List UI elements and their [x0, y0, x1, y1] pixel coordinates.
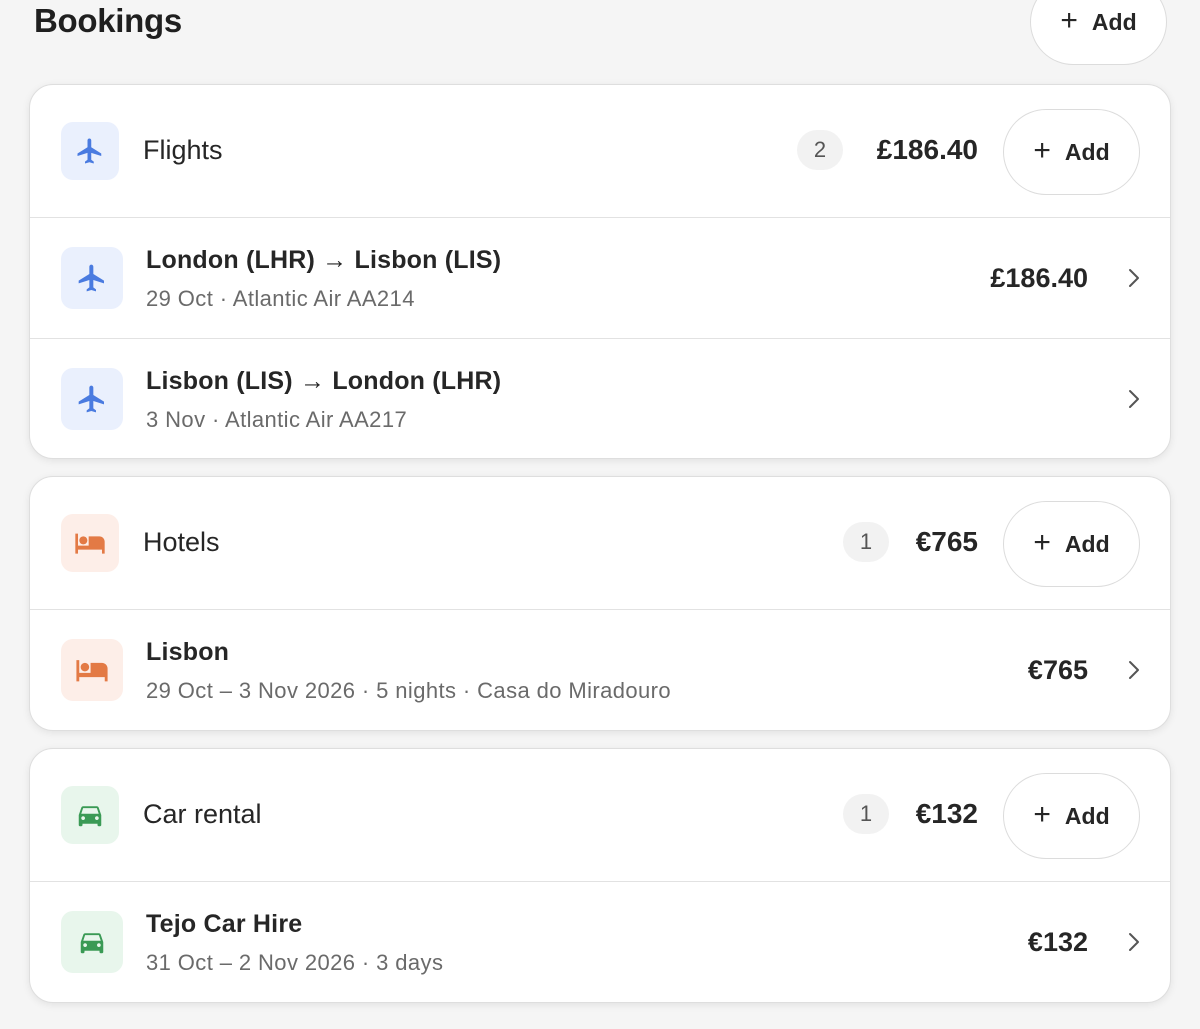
section-title-car-rental: Car rental [143, 799, 262, 829]
booking-title: Tejo Car Hire [146, 910, 303, 938]
booking-row-car[interactable]: Tejo Car Hire 31 Oct – 2 Nov 2026 · 3 da… [30, 882, 1170, 1002]
plus-icon: + [1033, 525, 1051, 559]
add-button-label: Add [1091, 8, 1137, 35]
airplane-icon [61, 247, 123, 309]
bed-icon [61, 639, 123, 701]
booking-subtitle: 29 Oct – 3 Nov 2026 · 5 nights · Casa do… [146, 678, 672, 703]
booking-subtitle: 31 Oct – 2 Nov 2026 · 3 days [146, 950, 444, 975]
add-flight-button[interactable]: + Add [1003, 109, 1140, 195]
plus-icon: + [1060, 3, 1078, 37]
plus-icon: + [1033, 133, 1051, 167]
chevron-right-icon [1124, 658, 1144, 682]
page-header: Bookings + Add [0, 0, 1200, 70]
add-car-rental-button[interactable]: + Add [1003, 773, 1140, 859]
booking-row-hotel[interactable]: Lisbon 29 Oct – 3 Nov 2026 · 5 nights · … [30, 610, 1170, 730]
car-icon [61, 786, 119, 844]
count-badge: 1 [843, 794, 889, 834]
add-booking-button[interactable]: + Add [1030, 0, 1167, 65]
booking-title: Lisbon [146, 638, 230, 666]
flights-header: Flights 2 £186.40 + Add [30, 85, 1170, 218]
booking-title: London (LHR) → Lisbon (LIS) [146, 246, 502, 274]
car-icon [61, 911, 123, 973]
plus-icon: + [1033, 797, 1051, 831]
booking-row-flight-return[interactable]: Lisbon (LIS) → London (LHR) 3 Nov · Atla… [30, 338, 1170, 458]
count-badge: 2 [797, 130, 843, 170]
add-button-label: Add [1064, 138, 1110, 165]
chevron-right-icon [1124, 266, 1144, 290]
hotels-card: Hotels 1 €765 + Add Lisbon 29 Oct – 3 No… [29, 476, 1171, 731]
section-total-flights: £186.40 [876, 134, 978, 165]
booking-subtitle: 29 Oct · Atlantic Air AA214 [146, 286, 415, 311]
count-badge: 1 [843, 522, 889, 562]
airplane-icon [61, 368, 123, 430]
add-button-label: Add [1064, 802, 1110, 829]
section-title-flights: Flights [143, 135, 223, 165]
flights-card: Flights 2 £186.40 + Add London (LHR) → L… [29, 84, 1171, 459]
booking-price: €765 [1027, 655, 1088, 685]
booking-price: £186.40 [990, 263, 1088, 293]
chevron-right-icon [1124, 387, 1144, 411]
section-total-hotels: €765 [915, 526, 978, 557]
booking-subtitle: 3 Nov · Atlantic Air AA217 [146, 407, 408, 432]
hotels-header: Hotels 1 €765 + Add [30, 477, 1170, 610]
booking-row-flight-outbound[interactable]: London (LHR) → Lisbon (LIS) 29 Oct · Atl… [30, 218, 1170, 338]
car-rental-card: Car rental 1 €132 + Add Tejo Car Hire 31… [29, 748, 1171, 1003]
airplane-icon [61, 122, 119, 180]
add-button-label: Add [1064, 530, 1110, 557]
section-total-car-rental: €132 [915, 798, 978, 829]
bed-icon [61, 514, 119, 572]
booking-price: €132 [1027, 927, 1088, 957]
section-title-hotels: Hotels [143, 527, 220, 557]
car-rental-header: Car rental 1 €132 + Add [30, 749, 1170, 882]
chevron-right-icon [1124, 930, 1144, 954]
add-hotel-button[interactable]: + Add [1003, 501, 1140, 587]
booking-title: Lisbon (LIS) → London (LHR) [146, 367, 502, 395]
page-title: Bookings [34, 2, 182, 39]
